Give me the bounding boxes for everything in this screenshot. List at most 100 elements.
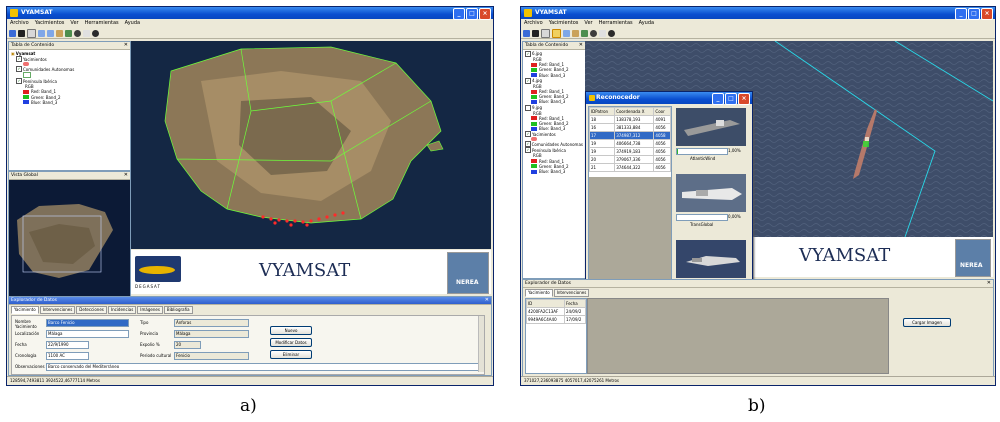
menu-yacimientos[interactable]: Yacimientos: [35, 19, 65, 28]
footer-title: VYAMSAT: [799, 245, 891, 266]
form-scrollbar[interactable]: [478, 316, 484, 372]
degasat-logo-text: DEGASAT: [135, 284, 161, 289]
localizacion-field[interactable]: Málaga: [46, 330, 129, 338]
globe-icon[interactable]: [581, 29, 588, 37]
open-icon[interactable]: [9, 29, 16, 37]
fecha-field[interactable]: 22/9/1990: [46, 341, 89, 349]
layer-checkbox[interactable]: [525, 104, 531, 111]
pane-close-icon[interactable]: ✕: [124, 172, 128, 179]
menu-archivo[interactable]: Archivo: [10, 19, 29, 28]
menu-ayuda[interactable]: Ayuda: [639, 19, 654, 28]
zoom-out-icon[interactable]: [47, 29, 54, 37]
layer-comunidades[interactable]: ✓ Comunidades Autonomas: [525, 141, 583, 148]
menu-archivo[interactable]: Archivo: [524, 19, 543, 28]
overview-title: Vista Global: [11, 173, 38, 178]
maximize-button[interactable]: □: [466, 8, 478, 20]
provincia-field[interactable]: Málaga: [174, 330, 249, 338]
pane-close-icon[interactable]: ✕: [485, 297, 489, 304]
tab-yacimiento[interactable]: Yacimiento: [525, 289, 553, 297]
periodo-field[interactable]: Fenicio: [174, 352, 249, 360]
table-row-selected[interactable]: 17 374987,312 4058: [589, 131, 671, 140]
refresh-icon[interactable]: [83, 29, 90, 37]
zoom-in-icon[interactable]: [552, 28, 561, 38]
tab-imagenes[interactable]: Imágenes: [137, 306, 163, 314]
open-icon[interactable]: [523, 29, 530, 37]
table-row[interactable]: 20 379067,336 4056: [589, 155, 671, 164]
maximize-button[interactable]: □: [725, 93, 737, 105]
col-idpatron[interactable]: IDPatron: [589, 107, 616, 116]
table-row[interactable]: 21 374644,322 4056: [589, 163, 671, 172]
observaciones-field[interactable]: Barco conservado del Mediterráneo: [46, 363, 481, 371]
full-extent-icon[interactable]: [590, 29, 597, 37]
table-row[interactable]: 16 381333,884 4056: [589, 123, 671, 132]
menu-herramientas[interactable]: Herramientas: [85, 19, 119, 28]
minimize-button[interactable]: _: [453, 8, 465, 20]
list-row[interactable]: 9949A6C4A40 17/09/2: [526, 315, 586, 324]
tab-bibliografia[interactable]: Bibliografía: [163, 306, 193, 314]
close-button[interactable]: ×: [479, 8, 491, 20]
pane-close-icon[interactable]: ✕: [579, 42, 583, 49]
zoom-extent-icon[interactable]: [27, 28, 36, 38]
ship-label-2: TransGlobal: [690, 222, 714, 227]
refresh-icon[interactable]: [599, 29, 606, 37]
nuevo-button[interactable]: Nuevo: [270, 326, 312, 335]
pointer-icon[interactable]: [18, 29, 25, 37]
toc-title: Tabla de Contenido: [525, 43, 569, 48]
minimize-button[interactable]: _: [955, 8, 967, 20]
nombre-select[interactable]: Barco Fenicio: [46, 319, 129, 327]
layer-checkbox[interactable]: ✓: [525, 51, 531, 57]
menu-ayuda[interactable]: Ayuda: [125, 19, 140, 28]
info-icon[interactable]: [92, 29, 99, 37]
pointer-icon[interactable]: [532, 29, 539, 37]
globe-icon[interactable]: [65, 29, 72, 37]
menu-herramientas[interactable]: Herramientas: [599, 19, 633, 28]
col-coor[interactable]: Coor: [653, 107, 671, 116]
col-id[interactable]: ID: [526, 299, 565, 308]
table-row[interactable]: 19 374919,183 4056: [589, 147, 671, 156]
zoom-extent-icon[interactable]: [541, 28, 550, 38]
tab-incidencias[interactable]: Incidencias: [107, 306, 137, 314]
layer-checkbox[interactable]: ✓: [525, 147, 531, 154]
close-button[interactable]: ×: [981, 8, 993, 20]
col-fecha[interactable]: Fecha: [563, 299, 586, 308]
pane-close-icon[interactable]: ✕: [124, 42, 128, 49]
tab-intervenciones[interactable]: Intervenciones: [553, 289, 590, 297]
maximize-button[interactable]: □: [968, 8, 980, 20]
tab-intervenciones[interactable]: Intervenciones: [39, 306, 76, 314]
pan-icon[interactable]: [572, 29, 579, 37]
info-icon[interactable]: [608, 29, 615, 37]
menu-yacimientos[interactable]: Yacimientos: [549, 19, 579, 28]
table-row[interactable]: 19 406664,738 4056: [589, 139, 671, 148]
red-band-swatch: [531, 62, 537, 67]
layer-checkbox[interactable]: ✓: [525, 77, 531, 84]
modificar-datos-button[interactable]: Modificar Datos: [270, 338, 312, 347]
list-row[interactable]: 4200FA2C13AF 24/09/2: [526, 307, 586, 316]
cargar-imagen-button[interactable]: Cargar Imagen: [903, 318, 951, 327]
layer-checkbox[interactable]: ✓: [16, 78, 22, 85]
pan-icon[interactable]: [56, 29, 63, 37]
nerea-logo: NEREA: [955, 239, 991, 277]
layer-checkbox[interactable]: ✓: [16, 56, 22, 63]
zoom-in-icon[interactable]: [38, 29, 45, 37]
tab-yacimiento[interactable]: Yacimiento: [11, 306, 39, 314]
pane-close-icon[interactable]: ✕: [987, 280, 991, 287]
expolio-field[interactable]: 20: [174, 341, 201, 349]
overview-map[interactable]: [9, 180, 130, 296]
zoom-out-icon[interactable]: [563, 29, 570, 37]
blue-band-swatch: [531, 73, 537, 78]
minimize-button[interactable]: _: [712, 93, 724, 105]
menu-ver[interactable]: Ver: [70, 19, 78, 28]
main-map[interactable]: [131, 41, 491, 249]
close-button[interactable]: ×: [738, 93, 750, 105]
table-row[interactable]: 18 138378,193 4091: [589, 115, 671, 124]
cronologia-field[interactable]: 1100 AC: [46, 352, 89, 360]
tab-detecciones[interactable]: Detecciones: [76, 306, 107, 314]
eliminar-button[interactable]: Eliminar: [270, 350, 312, 359]
layer-checkbox[interactable]: ✓: [525, 131, 531, 138]
layer-checkbox[interactable]: ✓: [16, 66, 22, 73]
col-coordenada-x[interactable]: Coordenada X: [614, 107, 655, 116]
full-extent-icon[interactable]: [74, 29, 81, 37]
tipo-field[interactable]: Ánforas: [174, 319, 249, 327]
menu-ver[interactable]: Ver: [584, 19, 592, 28]
title-bar: VYAMSAT _ □ ×: [521, 7, 995, 20]
